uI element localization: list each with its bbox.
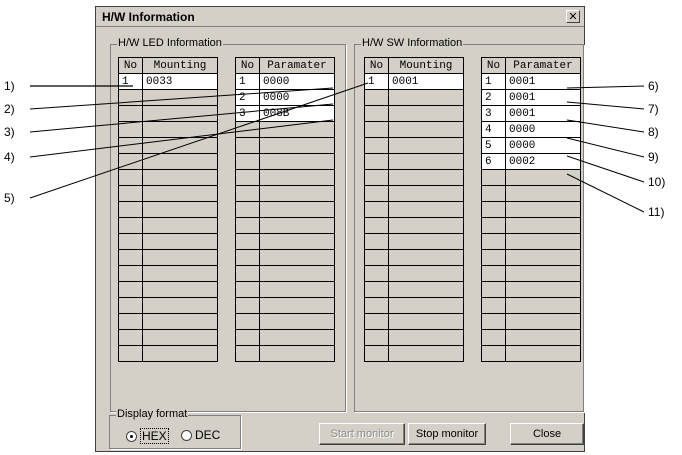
callout-7: 7) [648, 102, 659, 116]
leader-line-6 [566, 85, 645, 89]
callout-2: 2) [4, 102, 15, 116]
leader-line-7 [566, 101, 645, 110]
leader-line-9 [566, 137, 645, 158]
callout-10: 10) [648, 175, 666, 189]
leader-line-8 [566, 119, 645, 133]
callout-8: 8) [648, 125, 659, 139]
callout-4: 4) [4, 150, 15, 164]
callout-3: 3) [4, 125, 15, 139]
callout-6: 6) [648, 79, 659, 93]
leader-line-5 [29, 82, 369, 199]
callout-leader-lines [29, 82, 645, 213]
callout-1: 1) [4, 79, 15, 93]
leader-line-11 [566, 173, 645, 213]
callout-9: 9) [648, 150, 659, 164]
callout-5: 5) [4, 191, 15, 205]
leader-line-3 [29, 103, 334, 133]
leader-line-10 [566, 155, 645, 183]
leader-line-2 [29, 87, 334, 110]
leader-line-4 [29, 119, 334, 158]
callout-11: 11) [648, 205, 665, 219]
